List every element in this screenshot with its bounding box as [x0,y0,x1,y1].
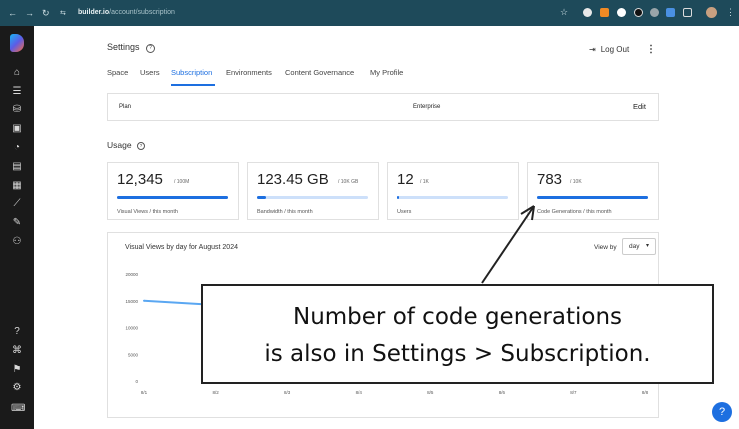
extension-icon[interactable] [650,8,659,17]
callout-line-1: Number of code generations [292,304,623,330]
content-icon[interactable]: ☰ [11,86,23,98]
usage-limit: / 10K [570,179,582,185]
star-icon[interactable]: ☆ [560,7,568,18]
plan-row: Plan Enterprise Edit [107,93,659,121]
reload-icon[interactable]: ↻ [42,8,50,19]
usage-progress-fill [257,196,266,199]
usage-caption: Code Generations / this month [537,209,612,215]
usage-progress-track [537,196,648,199]
extensions-puzzle-icon[interactable] [683,8,692,17]
x-tick-label: 8/3 [284,390,291,395]
callout-line-2: is also in Settings > Subscription. [264,341,651,367]
plan-label: Plan [119,104,132,110]
logout-icon: ⇥ [589,45,596,54]
plan-value: Enterprise [413,104,441,110]
usage-help-icon[interactable]: ? [136,142,145,150]
y-tick-label: 5000 [128,352,139,357]
usage-progress-fill [117,196,228,199]
usage-heading: Usage ? [107,140,145,150]
usage-limit: / 1K [420,179,429,185]
builder-logo[interactable] [10,34,24,52]
browser-toolbar: ← → ↻ ⇆ builder.io/account/subscription … [0,0,739,26]
usage-caption: Users [397,209,412,215]
address-bar[interactable]: builder.io/account/subscription [78,9,175,16]
extension-icon[interactable] [634,8,643,17]
logout-button[interactable]: ⇥ Log Out [589,45,629,54]
url-host: builder.io [78,9,110,16]
browser-menu-icon[interactable]: ⋮ [726,7,735,18]
insights-icon[interactable]: ◔ [11,142,23,154]
calendar-icon[interactable]: ▦ [11,180,23,192]
chat-icon[interactable]: ⌨ [11,403,25,415]
usage-progress-track [117,196,228,199]
tab-environments[interactable]: Environments [226,68,272,77]
usage-title: Usage [107,140,132,150]
usage-caption: Bandwidth / this month [257,209,313,215]
profile-avatar[interactable] [706,7,717,18]
home-icon[interactable]: ⌂ [11,67,23,79]
usage-card-users: 12 / 1K Users [387,162,519,220]
usage-progress-fill [537,196,648,199]
announcements-icon[interactable]: ⚑ [11,364,23,376]
usage-progress-track [257,196,368,199]
team-icon[interactable]: ⚇ [11,236,23,248]
y-tick-label: 0 [135,379,138,384]
usage-progress-fill [397,196,400,199]
analytics-icon[interactable]: ⟋ [11,198,23,210]
more-options-icon[interactable]: ⋮ [646,44,656,55]
usage-limit: / 10K GB [338,179,359,185]
tab-subscription[interactable]: Subscription [171,68,212,77]
usage-card-visual-views: 12,345 / 100M Visual Views / this month [107,162,239,220]
usage-value: 12,345 [117,171,163,188]
usage-card-bandwidth: 123.45 GB / 10K GB Bandwidth / this mont… [247,162,379,220]
help-icon[interactable]: ? [11,326,23,338]
tab-users[interactable]: Users [140,68,160,77]
annotation-callout: Number of code generations is also in Se… [201,284,714,384]
rocket-icon[interactable]: ✎ [11,217,23,229]
x-tick-label: 8/4 [356,390,363,395]
usage-caption: Visual Views / this month [117,209,178,215]
app-sidebar: ⌂ ☰ ⛁ ▣ ◔ ▤ ▦ ⟋ ✎ ⚇ ? ⌘ ⚑ ⚙ ⌨ [0,26,34,429]
x-tick-label: 8/5 [427,390,434,395]
x-tick-label: 8/2 [212,390,219,395]
y-tick-label: 10000 [125,326,138,331]
help-circle-icon[interactable]: ? [146,44,156,53]
models-icon[interactable]: ▣ [11,123,23,135]
extension-icon[interactable] [666,8,675,17]
tab-space[interactable]: Space [107,68,128,77]
extension-icon[interactable] [583,8,592,17]
x-tick-label: 8/1 [141,390,148,395]
y-tick-label: 20000 [125,272,138,277]
forward-icon[interactable]: → [25,8,34,18]
tab-my-profile[interactable]: My Profile [370,68,403,77]
x-tick-label: 8/8 [642,390,649,395]
usage-value: 12 [397,171,414,188]
tab-content-governance[interactable]: Content Governance [285,68,354,77]
logout-label: Log Out [600,45,630,54]
site-settings-icon[interactable]: ⇆ [60,9,66,17]
usage-progress-track [397,196,508,199]
page-title: Settings ? [107,42,156,53]
shortcut-icon[interactable]: ⌘ [11,345,23,357]
active-tab-indicator [171,84,215,86]
extension-icon[interactable] [600,8,609,17]
data-icon[interactable]: ⛁ [11,104,23,116]
usage-value: 783 [537,171,563,188]
back-icon[interactable]: ← [8,8,17,18]
plan-edit-button[interactable]: Edit [633,102,646,111]
help-chat-button[interactable]: ? [712,402,732,422]
page-title-text: Settings [107,42,140,52]
x-tick-label: 8/7 [570,390,577,395]
docs-icon[interactable]: ▤ [11,161,23,173]
url-path: /account/subscription [109,9,175,16]
data-point [143,299,145,302]
x-tick-label: 8/6 [499,390,506,395]
extension-icon[interactable] [617,8,626,17]
usage-value: 123.45 GB [257,171,329,188]
usage-limit: / 100M [174,179,190,185]
y-tick-label: 15000 [125,299,138,304]
settings-icon[interactable]: ⚙ [11,382,23,394]
usage-card-code-generations: 783 / 10K Code Generations / this month [527,162,659,220]
